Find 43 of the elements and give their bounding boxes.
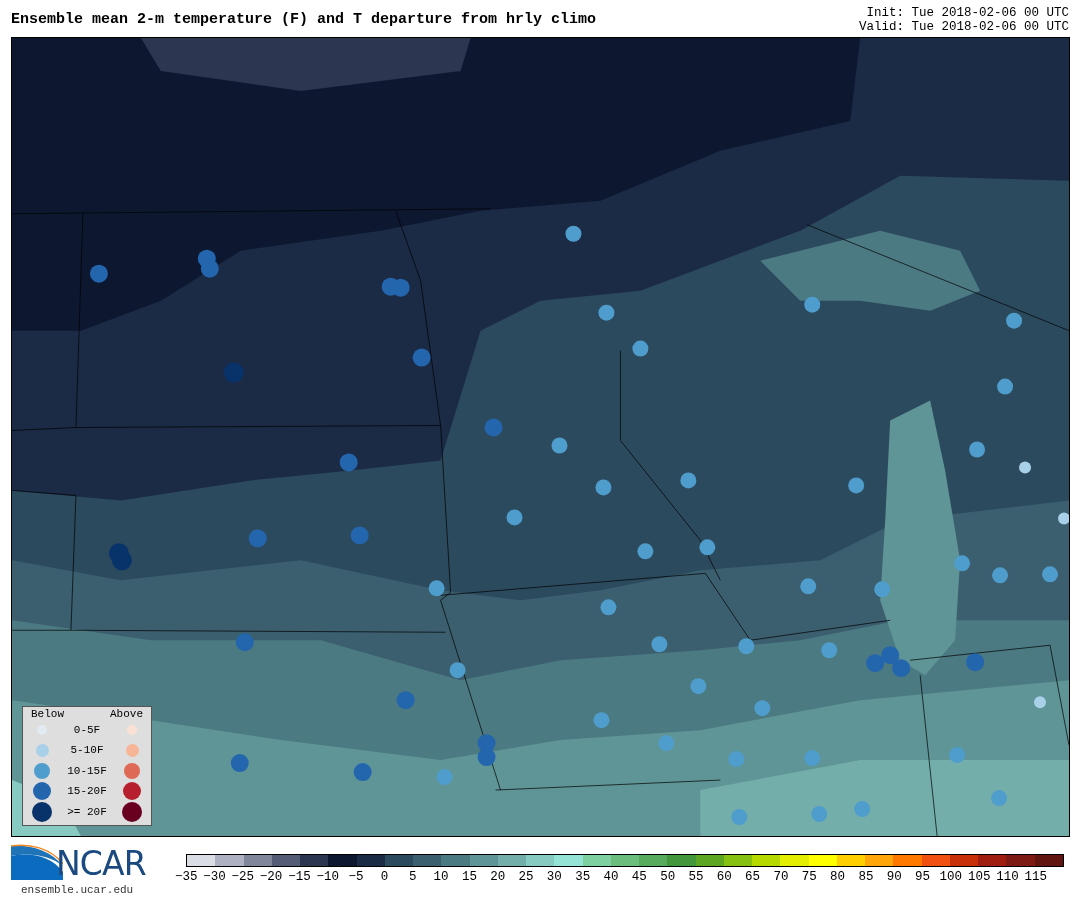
tick-label: 15 bbox=[460, 871, 478, 884]
tick-label: 75 bbox=[800, 871, 818, 884]
tick-label: 60 bbox=[715, 871, 733, 884]
init-time: Init: Tue 2018-02-06 00 UTC bbox=[866, 6, 1069, 20]
tick-label: 45 bbox=[630, 871, 648, 884]
tick-label: −20 bbox=[258, 871, 284, 884]
legend-label: 0-5F bbox=[72, 722, 102, 738]
tick-label: 35 bbox=[574, 871, 592, 884]
tick-label: 5 bbox=[407, 871, 418, 884]
tick-label: −15 bbox=[287, 871, 312, 884]
tick-label: 90 bbox=[885, 871, 903, 884]
website-url: ensemble.ucar.edu bbox=[21, 883, 135, 898]
tick-label: 25 bbox=[517, 871, 535, 884]
legend-header: Above bbox=[110, 707, 143, 720]
tick-label: 40 bbox=[602, 871, 620, 884]
tick-label: 115 bbox=[1023, 871, 1049, 884]
legend-header: Below bbox=[31, 707, 64, 720]
tick-label: −5 bbox=[347, 871, 365, 884]
legend-label: 10-15F bbox=[66, 763, 108, 779]
tick-label: 70 bbox=[772, 871, 790, 884]
tick-label: 95 bbox=[914, 871, 932, 884]
tick-label: 0 bbox=[379, 871, 390, 884]
tick-label: −30 bbox=[202, 871, 227, 884]
tick-label: 50 bbox=[659, 871, 677, 884]
tick-label: −35 bbox=[173, 871, 199, 884]
tick-label: 30 bbox=[545, 871, 563, 884]
legend-label: >= 20F bbox=[66, 804, 108, 820]
chart-title: Ensemble mean 2-m temperature (F) and T departure from hrly climo bbox=[11, 12, 597, 27]
tick-label: 110 bbox=[995, 871, 1020, 884]
logo-text: NCAR bbox=[56, 847, 146, 880]
tick-label: −10 bbox=[315, 871, 340, 884]
tick-label: 20 bbox=[489, 871, 507, 884]
tick-label: 80 bbox=[829, 871, 847, 884]
tick-label: 55 bbox=[687, 871, 705, 884]
tick-label: 10 bbox=[432, 871, 450, 884]
tick-label: 85 bbox=[857, 871, 875, 884]
tick-label: 100 bbox=[938, 871, 964, 884]
legend-label: 5-10F bbox=[69, 743, 105, 758]
tick-label: 105 bbox=[966, 871, 992, 884]
legend-label: 15-20F bbox=[66, 784, 108, 799]
valid-time: Valid: Tue 2018-02-06 00 UTC bbox=[858, 20, 1069, 34]
tick-label: −25 bbox=[230, 871, 256, 884]
tick-label: 65 bbox=[744, 871, 762, 884]
